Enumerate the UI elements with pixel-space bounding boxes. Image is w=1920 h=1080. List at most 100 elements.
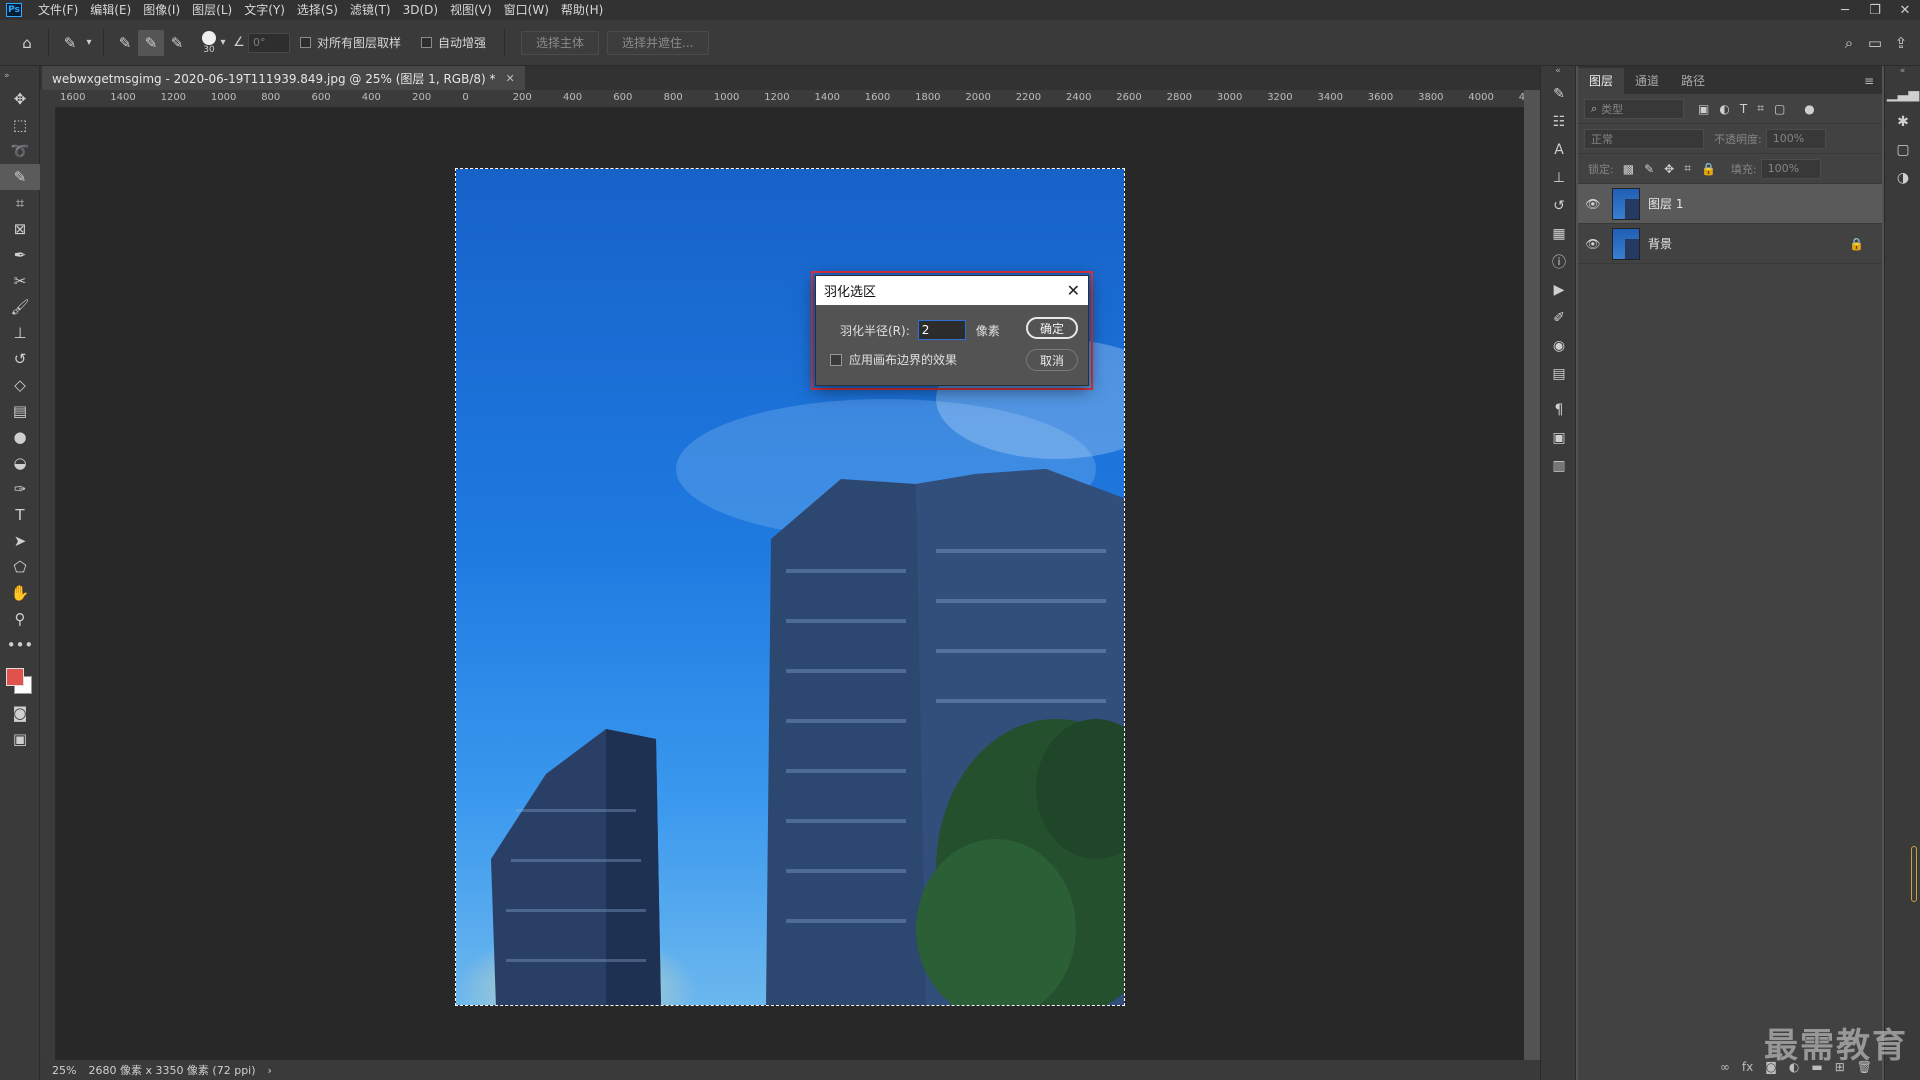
actions-icon[interactable]: ▶	[1541, 276, 1577, 304]
collapse-icon[interactable]: »	[0, 66, 39, 86]
clone-stamp-tool-icon[interactable]: ⊥	[0, 320, 40, 346]
shape-tool-icon[interactable]: ⬠	[0, 554, 40, 580]
zoom-tool-icon[interactable]: ⚲	[0, 606, 40, 632]
crop-tool-icon[interactable]: ⌗	[0, 190, 40, 216]
fill-input[interactable]: 100%	[1760, 158, 1821, 179]
navigator-icon[interactable]: ✱	[1885, 108, 1920, 136]
checkbox-box[interactable]	[830, 353, 842, 366]
select-subject-button[interactable]: 选择主体	[521, 30, 600, 55]
zoom-level[interactable]: 25%	[52, 1064, 76, 1077]
filter-toggle-icon[interactable]: ●	[1804, 102, 1814, 116]
type-tool-icon[interactable]: T	[0, 502, 40, 528]
table-icon[interactable]: ▤	[1541, 360, 1577, 388]
close-icon[interactable]: ✕	[1067, 281, 1080, 300]
ok-button[interactable]: 确定	[1026, 317, 1078, 339]
collapse-icon[interactable]: «	[1541, 66, 1575, 80]
quick-selection-tool-preset-icon[interactable]: ✎	[57, 30, 83, 56]
type-filter-icon[interactable]: T	[1740, 102, 1747, 116]
eye-icon[interactable]: 👁	[1584, 197, 1602, 211]
collapse-icon[interactable]: «	[1885, 66, 1920, 80]
history-icon[interactable]: ↺	[1541, 192, 1577, 220]
quick-mask-icon[interactable]: ◙	[0, 700, 40, 726]
adjustment-filter-icon[interactable]: ◐	[1719, 102, 1729, 116]
histogram-icon[interactable]: ▁▃▅	[1885, 80, 1920, 108]
search-icon[interactable]: ⌕	[1836, 30, 1862, 56]
lock-position-icon[interactable]: ✥	[1664, 162, 1674, 176]
blur-tool-icon[interactable]: ●	[0, 424, 40, 450]
info-icon[interactable]: ⓘ	[1541, 248, 1577, 276]
menu-3d[interactable]: 3D(D)	[397, 0, 444, 20]
eyedropper-tool-icon[interactable]: ✒	[0, 242, 40, 268]
image-filter-icon[interactable]: ▣	[1698, 102, 1709, 116]
menu-edit[interactable]: 编辑(E)	[84, 0, 137, 20]
eye-icon[interactable]: 👁	[1584, 237, 1602, 251]
paragraph-styles-icon[interactable]: ▣	[1541, 424, 1577, 452]
marquee-tool-icon[interactable]: ⬚	[0, 112, 40, 138]
checkbox-box[interactable]	[421, 37, 433, 48]
feather-radius-input[interactable]: 2	[917, 320, 966, 340]
restore-icon[interactable]: ❐	[1860, 3, 1890, 18]
menu-select[interactable]: 选择(S)	[291, 0, 344, 20]
menu-image[interactable]: 图像(I)	[137, 0, 186, 20]
tab-channels[interactable]: 通道	[1624, 68, 1670, 94]
blend-mode-select[interactable]: 正常	[1584, 128, 1704, 149]
lock-transparent-icon[interactable]: ▩	[1623, 162, 1634, 176]
3d-icon[interactable]: ◉	[1541, 332, 1577, 360]
lock-image-icon[interactable]: ✎	[1644, 162, 1654, 176]
gradient-tool-icon[interactable]: ▤	[0, 398, 40, 424]
quick-selection-tool-icon[interactable]: ✎	[0, 164, 40, 190]
more-tools-icon[interactable]: •••	[0, 632, 40, 658]
adjustments-icon[interactable]: ☷	[1541, 108, 1577, 136]
eraser-tool-icon[interactable]: ◇	[0, 372, 40, 398]
menu-layer[interactable]: 图层(L)	[186, 0, 238, 20]
chevron-right-icon[interactable]: ›	[268, 1064, 272, 1077]
foreground-color-swatch[interactable]	[6, 668, 24, 686]
pen-tool-icon[interactable]: ✑	[0, 476, 40, 502]
menu-filter[interactable]: 滤镜(T)	[344, 0, 397, 20]
dodge-tool-icon[interactable]: ◒	[0, 450, 40, 476]
dialog-titlebar[interactable]: 羽化选区 ✕	[816, 276, 1088, 305]
history-brush-tool-icon[interactable]: ↺	[0, 346, 40, 372]
menu-type[interactable]: 文字(Y)	[238, 0, 291, 20]
lock-all-icon[interactable]: 🔒	[1701, 162, 1716, 176]
minimize-icon[interactable]: ─	[1830, 3, 1860, 18]
layer-row-background[interactable]: 👁 背景 🔒	[1578, 224, 1882, 264]
path-selection-tool-icon[interactable]: ➤	[0, 528, 40, 554]
hand-tool-icon[interactable]: ✋	[0, 580, 40, 606]
angle-input[interactable]: 0°	[248, 32, 290, 53]
smart-object-filter-icon[interactable]: ▢	[1774, 102, 1785, 116]
menu-file[interactable]: 文件(F)	[32, 0, 84, 20]
select-and-mask-button[interactable]: 选择并遮住...	[607, 30, 709, 55]
healing-brush-tool-icon[interactable]: ✂	[0, 268, 40, 294]
sample-all-layers-checkbox[interactable]: 对所有图层取样	[300, 34, 401, 51]
menu-help[interactable]: 帮助(H)	[555, 0, 609, 20]
close-window-icon[interactable]: ✕	[1890, 3, 1920, 18]
close-tab-icon[interactable]: ✕	[506, 72, 515, 85]
workspace-icon[interactable]: ▭	[1862, 30, 1888, 56]
horizontal-ruler[interactable]: 1600 1400 1200 1000 800 600 400 200 0 200 400 600 80…	[56, 90, 1524, 108]
menu-window[interactable]: 窗口(W)	[498, 0, 555, 20]
home-icon[interactable]: ⌂	[14, 30, 40, 56]
share-icon[interactable]: ⇪	[1888, 30, 1914, 56]
move-tool-icon[interactable]: ✥	[0, 86, 40, 112]
vertical-ruler[interactable]	[40, 108, 56, 1060]
clone-source-icon[interactable]: ⊥	[1541, 164, 1577, 192]
link-layers-icon[interactable]: ∞	[1720, 1060, 1730, 1074]
lock-artboard-icon[interactable]: ⌗	[1684, 161, 1691, 176]
brushes-icon[interactable]: ✐	[1541, 304, 1577, 332]
add-to-selection-icon[interactable]: ✎	[138, 29, 164, 56]
color-icon[interactable]: ◑	[1885, 164, 1920, 192]
layer-filter-select[interactable]: ⌕ 类型	[1584, 98, 1684, 119]
new-selection-icon[interactable]: ✎	[112, 30, 138, 56]
screen-mode-icon[interactable]: ▣	[0, 726, 40, 752]
libraries-icon[interactable]: ▢	[1885, 136, 1920, 164]
tab-paths[interactable]: 路径	[1670, 68, 1716, 94]
chevron-down-icon[interactable]: ▾	[83, 30, 95, 56]
apply-canvas-bounds-checkbox[interactable]: 应用画布边界的效果	[830, 351, 957, 368]
color-swatches[interactable]	[0, 658, 39, 700]
document-tab[interactable]: webwxgetmsgimg - 2020-06-19T111939.849.j…	[42, 66, 525, 90]
subtract-from-selection-icon[interactable]: ✎	[164, 30, 190, 56]
layer-row-layer1[interactable]: 👁 图层 1	[1578, 184, 1882, 224]
fx-icon[interactable]: fx	[1742, 1060, 1753, 1074]
panel-menu-icon[interactable]: ≡	[1856, 68, 1882, 94]
